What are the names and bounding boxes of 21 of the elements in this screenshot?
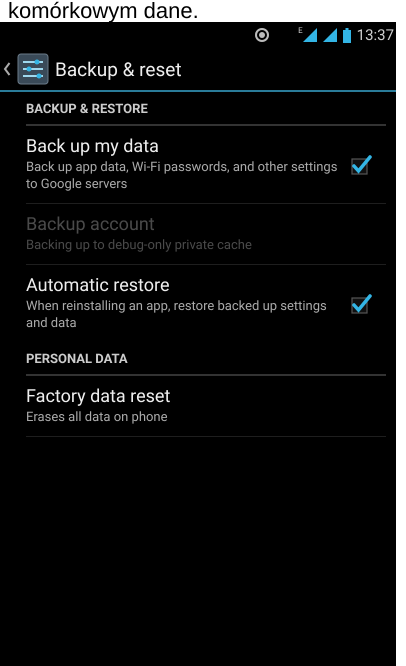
setting-title[interactable]: Automatic restore (26, 275, 338, 296)
setting-summary: Erases all data on phone (26, 409, 168, 426)
checkbox[interactable] (350, 292, 372, 314)
gps-icon (254, 27, 270, 43)
clock: 13:37 (356, 26, 394, 44)
signal-icon (302, 28, 317, 42)
setting-title: Backup account (26, 214, 156, 235)
setting-summary: Backing up to debug-only private cache (26, 237, 253, 254)
checkbox[interactable] (350, 154, 372, 176)
settings-sliders-icon[interactable] (17, 53, 49, 85)
battery-icon (342, 28, 351, 42)
back-caret-icon[interactable] (3, 62, 11, 76)
screen-title: Backup & reset (55, 58, 182, 80)
signal-icon (322, 28, 337, 42)
section-header: PERSONAL DATA (26, 342, 386, 376)
setting-title[interactable]: Back up my data (26, 136, 338, 157)
network-type: E (298, 26, 303, 35)
setting-summary: When reinstalling an app, restore backed up settings and data (26, 298, 328, 332)
setting-title[interactable]: Factory data reset (26, 386, 386, 407)
section-header: BACKUP & RESTORE (26, 92, 386, 126)
setting-summary: Back up app data, Wi-Fi passwords, and other settings to Google servers (26, 159, 338, 193)
